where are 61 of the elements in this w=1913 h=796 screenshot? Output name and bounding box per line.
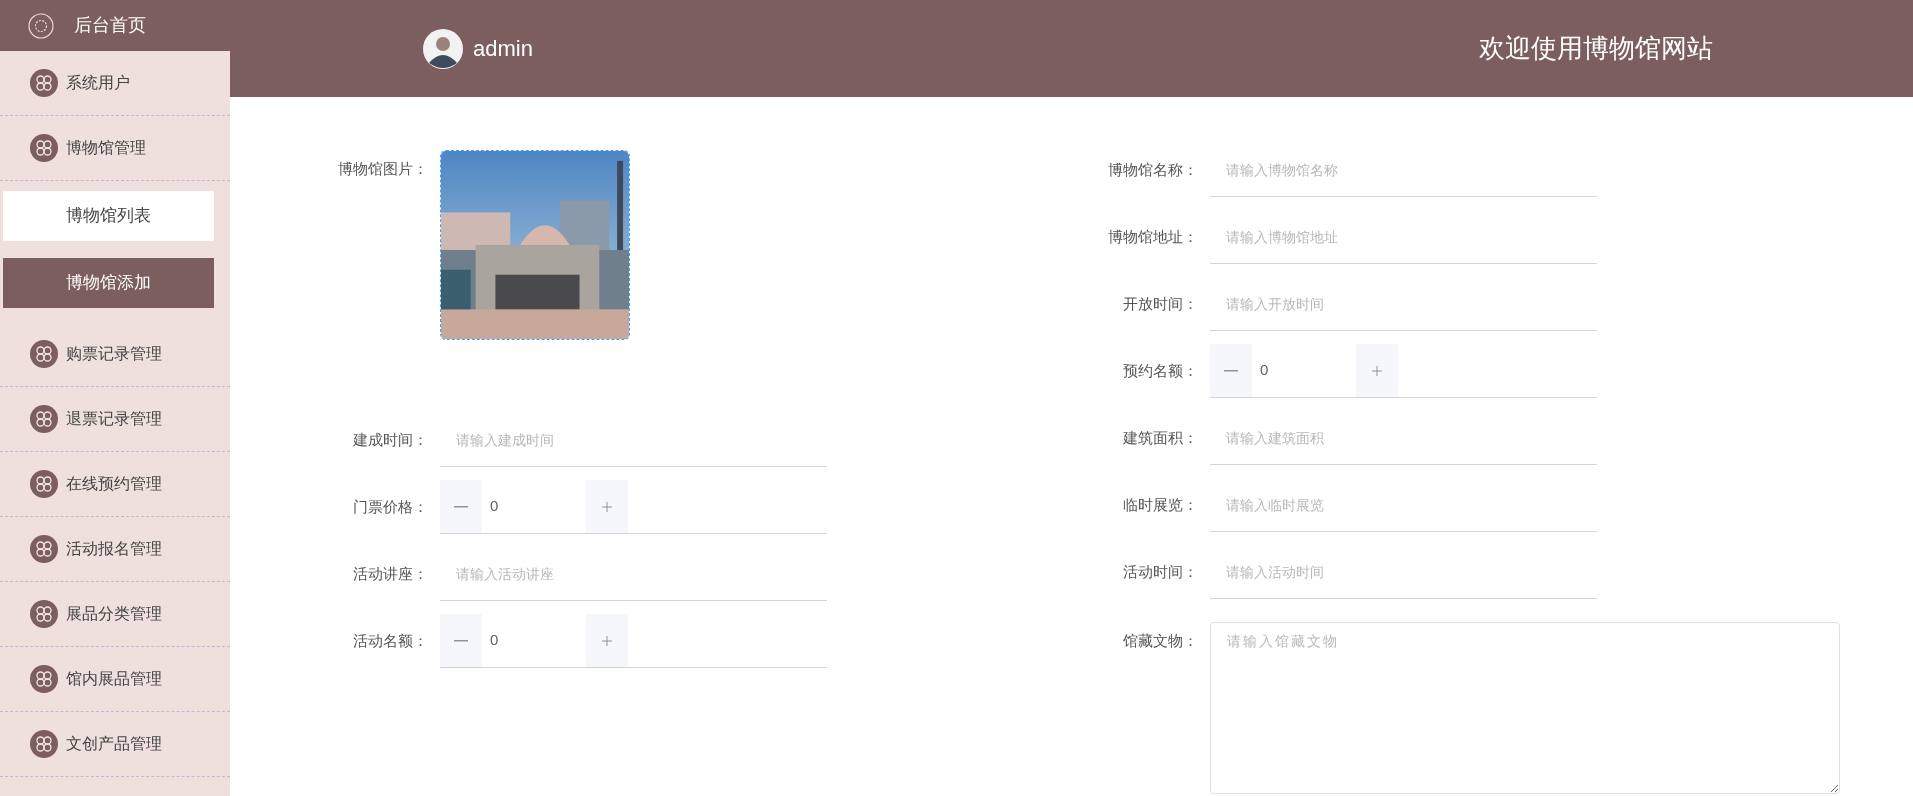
field-label: 建筑面积：: [1122, 427, 1199, 448]
menu-item[interactable]: 文创产品管理: [0, 712, 230, 777]
home-menu-item[interactable]: 后台首页: [0, 0, 230, 51]
avatar-icon: [423, 28, 463, 69]
decrement-button[interactable]: [1210, 344, 1252, 397]
field-label: 门票价格：: [352, 496, 429, 517]
flower-icon: [30, 134, 58, 162]
increment-button[interactable]: [586, 480, 628, 533]
field-label: 开放时间：: [1122, 293, 1199, 314]
text-field[interactable]: 请输入建筑面积: [1210, 411, 1597, 465]
number-field[interactable]: 0: [1210, 344, 1597, 398]
menu-item[interactable]: 在线预约管理: [0, 452, 230, 517]
menu-item[interactable]: 购票记录管理: [0, 322, 230, 387]
decrement-button[interactable]: [440, 480, 482, 533]
number-field[interactable]: 0: [440, 480, 827, 534]
text-field[interactable]: 请输入临时展览: [1210, 478, 1597, 532]
field-label: 博物馆图片：: [337, 159, 429, 179]
menu-item[interactable]: 退票记录管理: [0, 387, 230, 452]
field-label: 活动名额：: [352, 630, 429, 651]
menu-item[interactable]: 馆内展品管理: [0, 647, 230, 712]
flower-icon: [30, 340, 58, 368]
text-field[interactable]: 请输入博物馆地址: [1210, 210, 1597, 264]
text-field[interactable]: 请输入活动时间: [1210, 545, 1597, 599]
decrement-button[interactable]: [440, 614, 482, 667]
field-label: 博物馆名称：: [1107, 159, 1199, 180]
field-label: 博物馆地址：: [1107, 226, 1199, 247]
increment-button[interactable]: [1356, 344, 1398, 397]
site-title: 欢迎使用博物馆网站: [1479, 32, 1713, 65]
text-field[interactable]: 请输入活动讲座: [440, 547, 827, 601]
username: admin: [473, 35, 533, 63]
increment-button[interactable]: [586, 614, 628, 667]
text-field[interactable]: 请输入建成时间: [440, 413, 827, 467]
minus-icon: [1224, 369, 1238, 372]
field-label: 活动时间：: [1122, 561, 1199, 582]
number-value: 0: [489, 630, 500, 651]
flower-icon: [30, 405, 58, 433]
minus-icon: [454, 639, 468, 642]
field-label: 预约名额：: [1122, 360, 1199, 381]
minus-icon: [454, 505, 468, 508]
submenu-item[interactable]: 博物馆添加: [3, 258, 214, 308]
flower-icon: [30, 470, 58, 498]
flower-icon: [30, 665, 58, 693]
flower-icon: [30, 730, 58, 758]
menu-item[interactable]: 展品分类管理: [0, 582, 230, 647]
text-field[interactable]: 请输入博物馆名称: [1210, 143, 1597, 197]
flower-icon: [30, 69, 58, 97]
textarea-field[interactable]: 请输入馆藏文物: [1210, 622, 1840, 794]
menu-item[interactable]: 博物馆管理: [0, 116, 230, 181]
flower-icon: [30, 600, 58, 628]
field-label: 活动讲座：: [352, 563, 429, 584]
number-value: 0: [489, 496, 500, 517]
menu-item[interactable]: 系统用户: [0, 51, 230, 116]
number-field[interactable]: 0: [440, 614, 827, 668]
menu-item[interactable]: 活动报名管理: [0, 517, 230, 582]
field-label: 临时展览：: [1122, 494, 1199, 515]
field-label: 馆藏文物：: [1122, 631, 1199, 651]
text-field[interactable]: 请输入开放时间: [1210, 277, 1597, 331]
field-label: 建成时间：: [352, 429, 429, 450]
flower-icon: [30, 535, 58, 563]
submenu-item[interactable]: 博物馆列表: [3, 191, 214, 241]
number-value: 0: [1259, 360, 1270, 381]
